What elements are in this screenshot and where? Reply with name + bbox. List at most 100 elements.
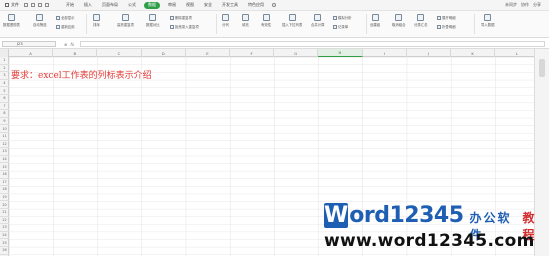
column-header-i[interactable]: I xyxy=(363,49,407,57)
tab-home[interactable]: 开始 xyxy=(61,1,79,10)
scrollbar-thumb[interactable] xyxy=(539,59,545,77)
collaborate-button[interactable]: 协作 xyxy=(521,2,529,8)
file-menu-label: 文件 xyxy=(11,2,19,7)
show-all-button[interactable]: 全部显示 xyxy=(56,15,75,20)
row-header-25[interactable]: 25 xyxy=(0,239,9,247)
column-header-b[interactable]: B xyxy=(53,49,98,57)
reject-duplicates-button[interactable]: 拒绝录入重复项 xyxy=(170,24,199,29)
formula-input[interactable] xyxy=(80,41,545,47)
column-header-a[interactable]: A xyxy=(9,49,54,57)
row-header-10[interactable]: 10 xyxy=(0,125,9,133)
select-all-corner[interactable] xyxy=(0,49,9,57)
delete-duplicates-button[interactable]: 删除重复项 xyxy=(170,15,192,20)
row-header-14[interactable]: 14 xyxy=(0,156,9,164)
expand-detail-button[interactable]: 展开明细 xyxy=(437,15,456,20)
row-header-17[interactable]: 17 xyxy=(0,179,9,187)
record-form-button[interactable]: 记录单 xyxy=(333,24,348,29)
row-header-22[interactable]: 22 xyxy=(0,217,9,225)
import-data-button[interactable]: 导入数据 xyxy=(481,14,495,27)
tab-page-layout[interactable]: 页面布局 xyxy=(97,1,123,10)
highlight-duplicates-button[interactable]: 高亮重复项 xyxy=(117,14,134,27)
save-icon[interactable] xyxy=(24,3,28,7)
column-header-l[interactable]: L xyxy=(495,49,534,57)
column-header-d[interactable]: D xyxy=(142,49,186,57)
delete-duplicates-label: 删除重复项 xyxy=(175,16,192,20)
collapse-icon xyxy=(437,24,441,29)
column-header-j[interactable]: J xyxy=(407,49,451,57)
what-if-label: 模拟分析 xyxy=(338,16,352,20)
ungroup-label: 取消组合 xyxy=(392,23,406,27)
redo-icon[interactable] xyxy=(45,3,49,7)
reject-dup-icon xyxy=(170,24,174,29)
column-header-k[interactable]: K xyxy=(451,49,496,57)
subtotal-button[interactable]: 分类汇总 xyxy=(414,14,428,27)
text-to-columns-button[interactable]: 分列 xyxy=(222,14,229,27)
name-box[interactable]: J23 xyxy=(2,41,56,47)
dropdown-icon xyxy=(288,14,296,21)
cell-a1-text[interactable]: 要求：excel工作表的列标表示介绍 xyxy=(11,68,152,81)
text-to-columns-label: 分列 xyxy=(222,23,229,27)
fx-icon[interactable]: fx xyxy=(70,42,74,47)
ribbon-separator xyxy=(474,14,475,34)
row-header-5[interactable]: 5 xyxy=(0,87,9,95)
tab-developer[interactable]: 开发工具 xyxy=(217,1,243,10)
consolidate-button[interactable]: 合并计算 xyxy=(311,14,325,27)
tab-review[interactable]: 审阅 xyxy=(163,1,181,10)
row-header-20[interactable]: 20 xyxy=(0,201,9,209)
data-compare-label: 数据对比 xyxy=(146,23,160,27)
ribbon: 数据透视表 自动筛选 全部显示 重新应用 排序 高亮重复项 数据对比 删除重复项… xyxy=(0,11,549,38)
row-header-12[interactable]: 12 xyxy=(0,141,9,149)
reapply-button[interactable]: 重新应用 xyxy=(56,24,75,29)
sync-status[interactable]: 未同步 xyxy=(505,2,517,8)
file-menu-button[interactable]: 文件 xyxy=(3,1,21,10)
column-header-c[interactable]: C xyxy=(97,49,142,57)
row-header-3[interactable]: 3 xyxy=(0,72,9,80)
column-header-g[interactable]: G xyxy=(274,49,319,57)
row-header-24[interactable]: 24 xyxy=(0,232,9,240)
row-header-21[interactable]: 21 xyxy=(0,209,9,217)
row-header-11[interactable]: 11 xyxy=(0,133,9,141)
row-header-2[interactable]: 2 xyxy=(0,65,9,73)
row-header-19[interactable]: 19 xyxy=(0,194,9,202)
row-header-1[interactable]: 1 xyxy=(0,57,9,65)
fill-button[interactable]: 填充 xyxy=(242,14,249,27)
print-icon[interactable] xyxy=(31,3,35,7)
watermark-url: www.word12345.com xyxy=(324,231,535,251)
row-header-16[interactable]: 16 xyxy=(0,171,9,179)
collapse-detail-button[interactable]: 折叠明细 xyxy=(437,24,456,29)
ungroup-icon xyxy=(395,14,403,21)
column-header-f[interactable]: F xyxy=(230,49,275,57)
row-header-23[interactable]: 23 xyxy=(0,224,9,232)
tab-special-apps[interactable]: 特色应用 xyxy=(243,1,269,10)
row-header-26[interactable]: 26 xyxy=(0,247,9,255)
share-button[interactable]: 分享 xyxy=(533,2,541,8)
insert-dropdown-button[interactable]: 插入下拉列表 xyxy=(282,14,302,27)
what-if-button[interactable]: 模拟分析 xyxy=(333,15,352,20)
row-header-18[interactable]: 18 xyxy=(0,186,9,194)
row-header-13[interactable]: 13 xyxy=(0,148,9,156)
undo-icon[interactable] xyxy=(38,3,42,7)
row-header-8[interactable]: 8 xyxy=(0,110,9,118)
data-compare-button[interactable]: 数据对比 xyxy=(146,14,160,27)
row-header-4[interactable]: 4 xyxy=(0,80,9,88)
tab-security[interactable]: 安全 xyxy=(199,1,217,10)
zoom-icon[interactable]: ⊕ xyxy=(64,42,67,47)
ungroup-button[interactable]: 取消组合 xyxy=(392,14,406,27)
tab-insert[interactable]: 插入 xyxy=(79,1,97,10)
row-header-6[interactable]: 6 xyxy=(0,95,9,103)
row-header-7[interactable]: 7 xyxy=(0,103,9,111)
create-group-button[interactable]: 创建组 xyxy=(370,14,380,27)
tab-view[interactable]: 视图 xyxy=(181,1,199,10)
row-header-9[interactable]: 9 xyxy=(0,118,9,126)
column-header-e[interactable]: E xyxy=(186,49,230,57)
row-header-15[interactable]: 15 xyxy=(0,163,9,171)
tab-data[interactable]: 数据 xyxy=(144,1,160,9)
tab-formulas[interactable]: 公式 xyxy=(123,1,141,10)
search-icon[interactable] xyxy=(272,3,276,7)
validity-button[interactable]: 有效性 xyxy=(261,14,271,27)
pivot-table-button[interactable]: 数据透视表 xyxy=(3,14,20,27)
column-header-h[interactable]: H xyxy=(318,49,363,57)
watermark-w-box: W xyxy=(324,203,349,228)
sort-button[interactable]: 排序 xyxy=(93,14,100,27)
auto-filter-button[interactable]: 自动筛选 xyxy=(33,14,47,27)
